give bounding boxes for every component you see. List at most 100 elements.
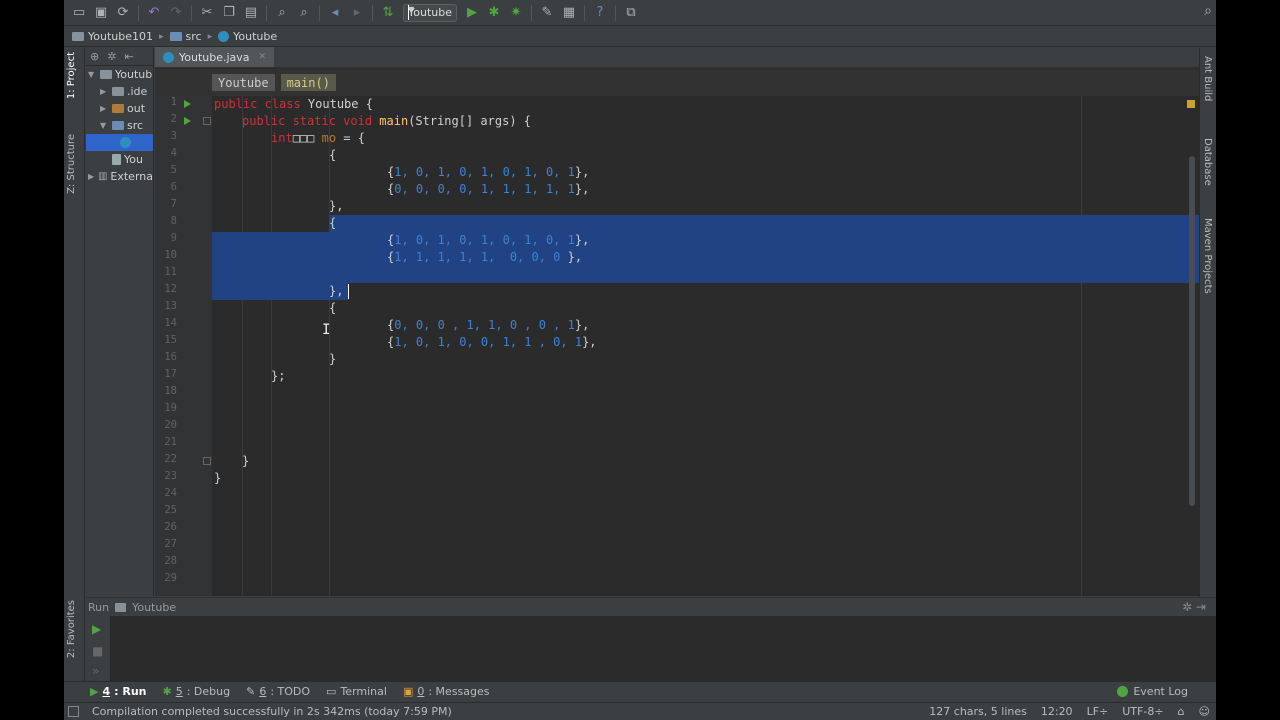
code-line-12: },: [329, 284, 344, 298]
copy-icon[interactable]: ❐: [218, 2, 240, 24]
line-number: 1: [170, 96, 177, 108]
tree-item-external-libraries[interactable]: ▶ ▥ Externa: [86, 168, 153, 185]
back-icon[interactable]: ◂: [324, 2, 346, 24]
tab-debug[interactable]: ✱ 5: Debug: [163, 685, 231, 698]
line-number: 18: [164, 385, 177, 397]
coverage-icon[interactable]: ✷: [505, 2, 527, 24]
inspection-status-icon[interactable]: [1187, 100, 1195, 108]
tree-item-java-file[interactable]: [86, 134, 153, 151]
settings-wrench-icon[interactable]: ✎: [536, 2, 558, 24]
editor-tab-bar: Youtube.java ✕: [155, 47, 1199, 68]
toolbar-separator: [531, 4, 532, 21]
line-number: 7: [170, 198, 177, 210]
vcs-icon[interactable]: ⧉: [620, 2, 642, 24]
code-area[interactable]: public class Youtube { public static voi…: [212, 96, 1199, 596]
tab-project[interactable]: 1: Project: [66, 52, 77, 99]
tab-event-log[interactable]: Event Log: [1117, 685, 1188, 698]
code-line-10: {1, 1, 1, 1, 1, 0, 0, 0 },: [387, 250, 583, 264]
tab-structure[interactable]: Z: Structure: [66, 134, 77, 194]
java-class-icon: [120, 137, 131, 148]
main-toolbar: ▭ ▣ ⟳ ↶ ↷ ✂ ❐ ▤ ⌕ ⌕ ◂ ▸ ⇅ Youtube ▼ ▶ ✱ …: [64, 0, 1216, 26]
tab-todo[interactable]: ✎ 6: TODO: [246, 685, 310, 698]
fold-icon[interactable]: [203, 457, 211, 465]
tab-run[interactable]: ▶ 4: Run: [90, 685, 147, 698]
save-icon[interactable]: ▣: [90, 2, 112, 24]
rerun-icon[interactable]: ▶: [92, 622, 101, 636]
stop-icon[interactable]: ■: [92, 644, 103, 658]
nav-folder-label: src: [185, 30, 202, 43]
nav-file[interactable]: Youtube: [218, 30, 277, 43]
line-number: 8: [170, 215, 177, 227]
code-editor: Youtube.java ✕ Youtube main() 1 2 3 4 5 …: [155, 47, 1199, 596]
find-icon[interactable]: ⌕: [271, 2, 293, 24]
breadcrumb-method[interactable]: main(): [280, 74, 336, 91]
run-config-select[interactable]: Youtube ▼: [403, 3, 457, 22]
run-gutter-icon[interactable]: [184, 117, 191, 125]
line-number: 16: [164, 351, 177, 363]
tree-item-project[interactable]: ▼ Youtub: [86, 66, 153, 83]
line-number: 26: [164, 521, 177, 533]
terminal-icon: ▭: [326, 685, 337, 698]
line-number: 24: [164, 487, 177, 499]
paste-icon[interactable]: ▤: [240, 2, 262, 24]
run-tool-window: Run Youtube ✲ ⇥ ▶ ■ »: [86, 597, 1216, 682]
tree-item-src[interactable]: ▼ src: [86, 117, 153, 134]
nav-project[interactable]: Youtube101: [72, 30, 153, 43]
code-line-13: {: [329, 301, 337, 315]
chevron-right-icon: ▸: [207, 31, 213, 42]
folder-icon: [100, 70, 112, 79]
lock-icon[interactable]: ⌂: [1178, 705, 1185, 718]
tab-database[interactable]: Database: [1202, 138, 1213, 186]
file-encoding[interactable]: UTF-8÷: [1122, 705, 1163, 718]
line-number: 21: [164, 436, 177, 448]
gear-icon[interactable]: ✲: [107, 50, 116, 63]
fold-icon[interactable]: [203, 117, 211, 125]
line-separator[interactable]: LF÷: [1087, 705, 1109, 718]
caret-position[interactable]: 12:20: [1041, 705, 1073, 718]
undo-icon[interactable]: ↶: [143, 2, 165, 24]
tab-favorites[interactable]: 2: Favorites: [66, 600, 77, 658]
debug-icon[interactable]: ✱: [483, 2, 505, 24]
close-icon[interactable]: ✕: [259, 52, 267, 62]
help-icon[interactable]: ?: [589, 2, 611, 24]
tab-ant-build[interactable]: Ant Build: [1202, 56, 1213, 101]
tree-item-idea[interactable]: ▶ .ide: [86, 83, 153, 100]
replace-icon[interactable]: ⌕: [293, 2, 315, 24]
line-number: 6: [170, 181, 177, 193]
tree-item-out[interactable]: ▶ out: [86, 100, 153, 117]
more-icon[interactable]: »: [92, 664, 99, 678]
sync-icon[interactable]: ⟳: [112, 2, 134, 24]
line-number: 28: [164, 555, 177, 567]
inspector-icon[interactable]: ☺: [1199, 705, 1210, 718]
nav-folder[interactable]: src: [169, 30, 202, 43]
breadcrumb-class[interactable]: Youtube: [212, 74, 275, 91]
text-cursor: [348, 284, 349, 299]
chevron-down-icon: ▼: [100, 121, 107, 130]
cut-icon[interactable]: ✂: [196, 2, 218, 24]
editor-scrollbar[interactable]: [1189, 156, 1195, 506]
search-everywhere-icon[interactable]: ⌕: [1204, 3, 1212, 19]
line-number: 29: [164, 572, 177, 584]
open-folder-icon[interactable]: ▭: [68, 2, 90, 24]
line-number: 10: [164, 249, 177, 261]
project-structure-icon[interactable]: ▦: [558, 2, 580, 24]
tab-maven-projects[interactable]: Maven Projects: [1202, 218, 1213, 294]
run-gutter-icon[interactable]: [184, 100, 191, 108]
run-icon[interactable]: ▶: [461, 2, 483, 24]
tab-messages[interactable]: ▣ 0: Messages: [403, 685, 490, 698]
run-panel-header: Run Youtube ✲ ⇥: [86, 598, 1216, 616]
tab-terminal[interactable]: ▭ Terminal: [326, 685, 387, 698]
build-icon[interactable]: ⇅: [377, 2, 399, 24]
run-panel-config[interactable]: Youtube: [132, 601, 176, 614]
gear-icon[interactable]: ✲ ⇥: [1182, 600, 1206, 614]
tree-item-file[interactable]: You: [86, 151, 153, 168]
layout-icon[interactable]: ⊕: [90, 50, 99, 63]
collapse-icon[interactable]: ⇤: [124, 50, 133, 63]
forward-icon[interactable]: ▸: [346, 2, 368, 24]
tab-youtube-java[interactable]: Youtube.java ✕: [155, 47, 275, 67]
code-line-2: public static void main(String[] args) {: [242, 114, 532, 128]
chevron-right-icon: ▶: [100, 104, 107, 113]
redo-icon[interactable]: ↷: [165, 2, 187, 24]
line-number: 25: [164, 504, 177, 516]
tool-windows-toggle-icon[interactable]: [68, 706, 79, 717]
